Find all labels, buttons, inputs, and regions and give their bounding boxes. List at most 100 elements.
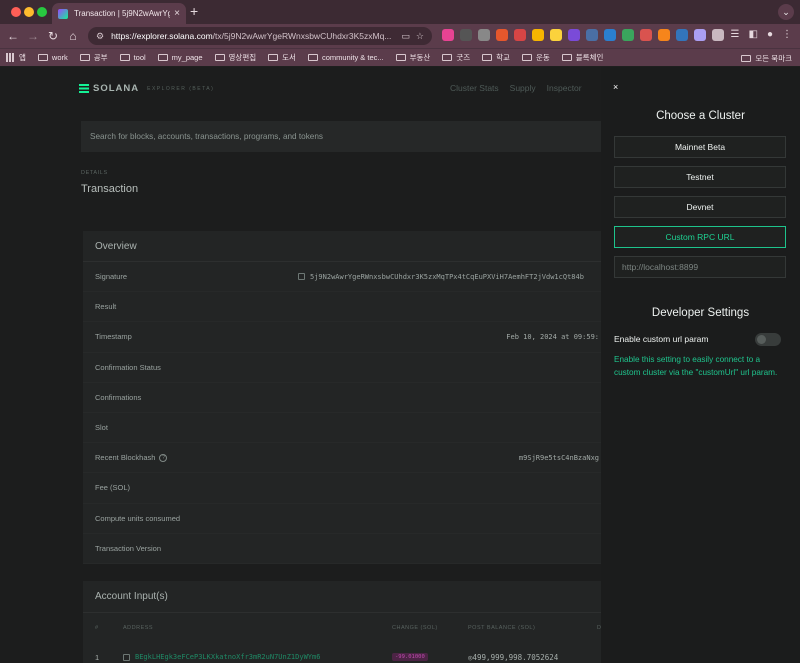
all-bookmarks[interactable]: 모든 북마크 xyxy=(741,53,792,64)
change-badge: -99.01000 xyxy=(392,653,428,661)
account-table-header: # ADDRESS CHANGE (SOL) POST BALANCE (SOL… xyxy=(95,624,602,631)
bookmark-folder[interactable]: community & tec... xyxy=(307,53,384,62)
top-nav: Cluster Stats Supply Inspector xyxy=(450,83,582,93)
toolbar-right: ☰ ◧ ● ⋮ xyxy=(731,29,792,40)
custom-url-param-toggle[interactable] xyxy=(755,333,781,346)
nav-cluster-stats[interactable]: Cluster Stats xyxy=(450,83,499,93)
cluster-devnet-button[interactable]: Devnet xyxy=(614,196,786,218)
extension-icon[interactable] xyxy=(694,29,706,41)
reload-icon[interactable]: ↻ xyxy=(46,29,60,43)
solana-favicon-icon xyxy=(58,8,68,19)
url-text[interactable]: https://explorer.solana.com/tx/5j9N2wAwr… xyxy=(111,31,395,41)
details-label: DETAILS xyxy=(81,170,108,176)
extension-icon[interactable] xyxy=(586,29,598,41)
extension-icon[interactable] xyxy=(640,29,652,41)
row-slot: Slot xyxy=(83,413,613,444)
reading-list-icon[interactable]: ☰ xyxy=(731,29,740,40)
search-input[interactable]: Search for blocks, accounts, transaction… xyxy=(81,121,611,152)
cluster-panel: × Choose a Cluster Mainnet Beta Testnet … xyxy=(601,67,800,663)
folder-icon xyxy=(395,54,406,61)
extension-icon[interactable] xyxy=(460,29,472,41)
choose-cluster-title: Choose a Cluster xyxy=(656,110,745,122)
tab-close-icon[interactable]: × xyxy=(174,8,180,19)
close-icon[interactable]: × xyxy=(613,83,618,92)
post-balance: ◎499,999,998.7052624 xyxy=(468,653,559,662)
folder-icon xyxy=(561,54,572,61)
back-arrow-icon[interactable]: ← xyxy=(6,29,20,43)
bookmark-star-icon[interactable]: ☆ xyxy=(416,31,424,42)
bookmark-folder[interactable]: 공부 xyxy=(79,52,108,63)
extension-icon[interactable] xyxy=(550,29,562,41)
profile-icon[interactable]: ● xyxy=(767,29,773,40)
home-icon[interactable]: ⌂ xyxy=(66,29,80,43)
row-transaction-version: Transaction Version xyxy=(83,534,613,564)
bookmark-folder[interactable]: 운동 xyxy=(521,52,550,63)
extensions-puzzle-icon[interactable] xyxy=(712,29,724,41)
browser-tabstrip: Transaction | 5j9N2wAwrYgeR × + ⌄ xyxy=(0,0,800,24)
folder-icon xyxy=(157,54,168,61)
side-panel-icon[interactable]: ◧ xyxy=(749,29,758,40)
folder-icon xyxy=(741,55,752,62)
overview-header: Overview xyxy=(83,231,613,262)
cluster-mainnet-button[interactable]: Mainnet Beta xyxy=(614,136,786,158)
row-result: Result xyxy=(83,292,613,323)
cluster-testnet-button[interactable]: Testnet xyxy=(614,166,786,188)
account-inputs-header: Account Input(s) xyxy=(83,581,613,613)
row-timestamp: Timestamp Feb 10, 2024 at 09:59: xyxy=(83,322,613,353)
extension-icon[interactable] xyxy=(604,29,616,41)
cast-icon[interactable]: ▭ xyxy=(401,31,410,42)
menu-kebab-icon[interactable]: ⋮ xyxy=(782,29,792,40)
bookmark-apps[interactable]: 앱 xyxy=(6,52,26,63)
bookmark-folder[interactable]: 부동산 xyxy=(395,52,430,63)
browser-tab-active[interactable]: Transaction | 5j9N2wAwrYgeR × xyxy=(52,3,186,24)
bookmark-folder[interactable]: 굿즈 xyxy=(442,52,470,63)
metamask-extension-icon[interactable] xyxy=(658,29,670,41)
address-bar[interactable]: ⚙ https://explorer.solana.com/tx/5j9N2wA… xyxy=(88,27,432,45)
bookmark-folder[interactable]: 블록체인 xyxy=(561,52,603,63)
close-window-button[interactable] xyxy=(11,7,21,17)
custom-rpc-url-input[interactable]: http://localhost:8899 xyxy=(614,256,786,278)
signature-value[interactable]: 5j9N2wAwrYgeRWnxsbwCUhdxr3K5zxMqTPx4tCqE… xyxy=(298,273,601,281)
folder-icon xyxy=(482,54,493,61)
tab-search-chevron-icon[interactable]: ⌄ xyxy=(778,4,794,20)
bookmark-folder[interactable]: 학교 xyxy=(482,52,510,63)
overview-card: Overview Signature 5j9N2wAwrYgeRWnxsbwCU… xyxy=(83,231,613,564)
row-confirmation-status: Confirmation Status xyxy=(83,353,613,383)
cluster-custom-rpc-button[interactable]: Custom RPC URL xyxy=(614,226,786,248)
custom-url-param-label: Enable custom url param xyxy=(614,334,709,344)
row-signature: Signature 5j9N2wAwrYgeRWnxsbwCUhdxr3K5zx… xyxy=(83,262,613,293)
account-address-link[interactable]: BEgkLHEgk3eFCeP3LKXkatnoXfr3mR2uN7UnZ1Dy… xyxy=(123,653,320,661)
bookmark-folder[interactable]: 영상편집 xyxy=(214,52,256,63)
bookmarks-bar: 앱 work 공부 tool my_page 영상편집 도서 community… xyxy=(0,48,800,66)
nav-supply[interactable]: Supply xyxy=(510,83,536,93)
row-recent-blockhash: Recent Blockhash? m9SjR9e5tsC4nBzaNxg xyxy=(83,443,613,474)
row-compute-units: Compute units consumed xyxy=(83,504,613,534)
extension-icon[interactable] xyxy=(568,29,580,41)
extension-icon[interactable] xyxy=(622,29,634,41)
copy-icon[interactable] xyxy=(123,653,130,661)
table-row: 1 BEgkLHEgk3eFCeP3LKXkatnoXfr3mR2uN7UnZ1… xyxy=(95,653,559,662)
nav-inspector[interactable]: Inspector xyxy=(547,83,582,93)
maximize-window-button[interactable] xyxy=(37,7,47,17)
row-fee: Fee (SOL) xyxy=(83,473,613,504)
extension-icon[interactable] xyxy=(496,29,508,41)
minimize-window-button[interactable] xyxy=(24,7,34,17)
folder-icon xyxy=(268,54,279,61)
extension-icon[interactable] xyxy=(478,29,490,41)
solana-logo[interactable]: SOLANA EXPLORER (BETA) xyxy=(79,83,214,94)
forward-arrow-icon[interactable]: → xyxy=(26,29,40,43)
search-placeholder: Search for blocks, accounts, transaction… xyxy=(90,132,324,141)
extension-icon[interactable] xyxy=(676,29,688,41)
extension-icon[interactable] xyxy=(532,29,544,41)
bookmark-folder[interactable]: my_page xyxy=(157,53,203,62)
extension-icon[interactable] xyxy=(442,29,454,41)
help-icon[interactable]: ? xyxy=(159,453,168,462)
site-info-icon[interactable]: ⚙ xyxy=(96,31,104,42)
extension-icon[interactable] xyxy=(514,29,526,41)
toggle-knob xyxy=(757,335,766,344)
copy-icon[interactable] xyxy=(298,273,305,281)
new-tab-icon[interactable]: + xyxy=(190,4,198,18)
bookmark-folder[interactable]: work xyxy=(37,53,68,62)
bookmark-folder[interactable]: tool xyxy=(119,53,146,62)
bookmark-folder[interactable]: 도서 xyxy=(268,52,296,63)
